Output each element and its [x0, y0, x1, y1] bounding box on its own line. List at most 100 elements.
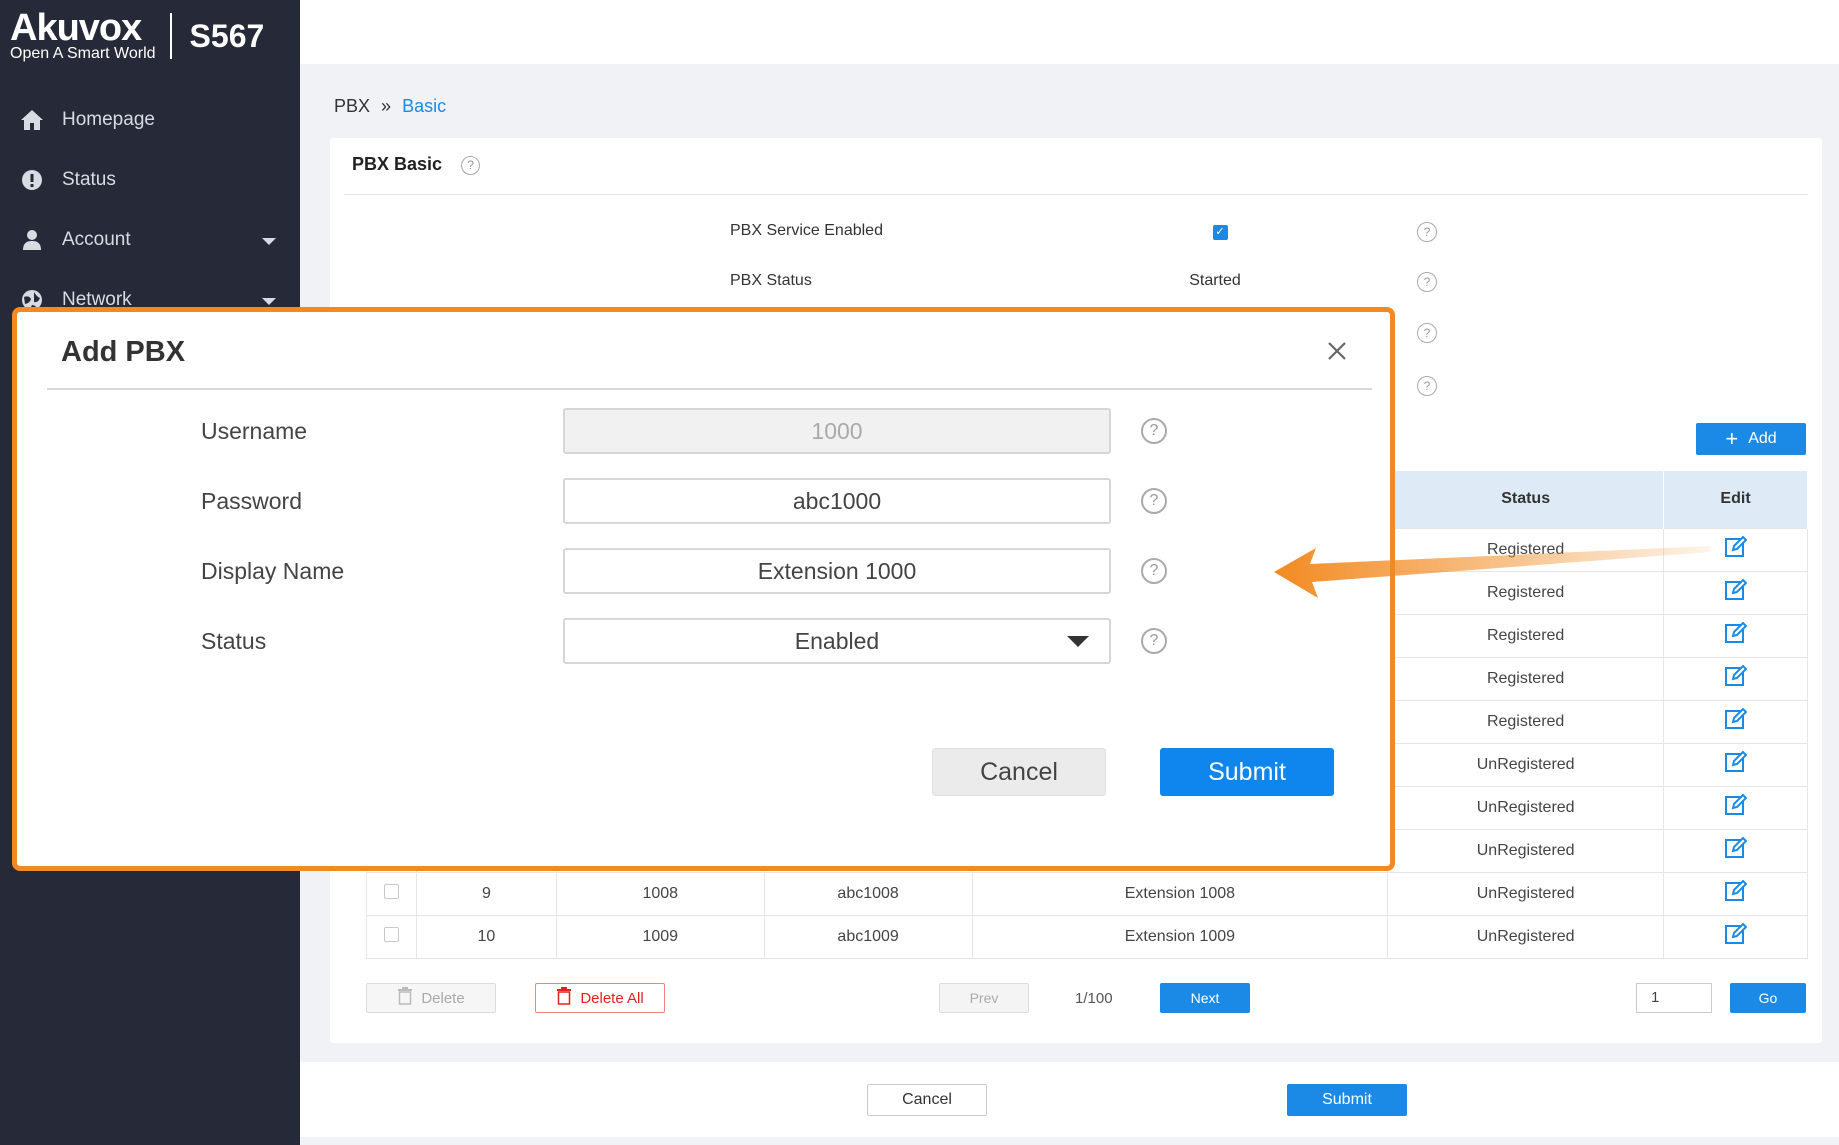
index-cell: 9 — [415, 871, 557, 916]
row-checkbox[interactable] — [383, 883, 399, 899]
device-model: S567 — [189, 17, 265, 54]
status-cell: UnRegistered — [1387, 914, 1665, 959]
callout-arrow — [1274, 546, 1710, 598]
add-pbx-dialog-highlight: Add PBX Username 1000 ? Password abc1000… — [12, 307, 1395, 871]
password-row: Password abc1000 ? — [29, 478, 1378, 524]
help-icon[interactable]: ? — [1141, 488, 1167, 514]
akuvox-logo: Akuvox Open A Smart World — [10, 9, 156, 62]
pbx-status-label: PBX Status — [730, 272, 812, 289]
page-indicator: 1/100 — [1075, 990, 1113, 1007]
brand: Akuvox Open A Smart World S567 — [0, 0, 300, 72]
breadcrumb-current[interactable]: Basic — [402, 96, 446, 116]
pbx-status-value: Started — [1189, 272, 1241, 289]
help-icon[interactable]: ? — [1417, 323, 1437, 343]
chevron-down-icon — [1067, 636, 1089, 647]
username-cell: 1009 — [555, 914, 765, 959]
delete-all-button[interactable]: Delete All — [535, 983, 665, 1013]
status-cell: Registered — [1387, 613, 1665, 658]
trash-icon — [397, 987, 413, 1009]
username-row: Username 1000 ? — [29, 408, 1378, 454]
add-button[interactable]: + Add — [1696, 423, 1806, 455]
help-icon[interactable]: ? — [1141, 628, 1167, 654]
prev-page-button[interactable]: Prev — [939, 983, 1029, 1013]
help-icon[interactable]: ? — [1417, 376, 1437, 396]
close-icon[interactable] — [1326, 340, 1348, 362]
page-number-input[interactable]: 1 — [1636, 983, 1712, 1013]
home-icon — [20, 108, 44, 132]
user-icon — [20, 228, 44, 252]
pbx-service-enabled-checkbox[interactable]: ✓ — [1195, 222, 1245, 240]
add-pbx-dialog: Add PBX Username 1000 ? Password abc1000… — [29, 320, 1378, 858]
check-icon: ✓ — [1212, 225, 1228, 240]
help-icon[interactable]: ? — [1417, 272, 1437, 292]
display-name-label: Display Name — [201, 558, 345, 584]
delete-button[interactable]: Delete — [366, 983, 496, 1013]
sidebar-item-homepage[interactable]: Homepage — [0, 90, 300, 150]
cancel-button[interactable]: Cancel — [867, 1084, 987, 1116]
dialog-submit-button[interactable]: Submit — [1160, 748, 1334, 796]
edit-icon[interactable] — [1724, 879, 1747, 907]
password-cell: abc1008 — [763, 871, 973, 916]
status-select-value: Enabled — [794, 628, 880, 654]
username-input[interactable]: 1000 — [563, 408, 1111, 454]
username-cell: 1008 — [555, 871, 765, 916]
sidebar-item-label: Homepage — [62, 109, 155, 130]
status-cell: Registered — [1387, 656, 1665, 701]
sidebar-item-label: Status — [62, 169, 116, 190]
delete-all-button-label: Delete All — [580, 989, 644, 1007]
brand-divider — [169, 13, 172, 59]
breadcrumb-root[interactable]: PBX — [334, 96, 370, 116]
help-icon[interactable]: ? — [1417, 222, 1437, 242]
dialog-divider — [47, 388, 1372, 390]
display-name-cell: Extension 1009 — [971, 914, 1389, 959]
help-icon[interactable]: ? — [1141, 558, 1167, 584]
help-icon[interactable]: ? — [1141, 418, 1167, 444]
username-label: Username — [201, 418, 308, 444]
edit-icon[interactable] — [1724, 793, 1747, 821]
plus-icon: + — [1725, 426, 1739, 451]
display-name-input[interactable]: Extension 1000 — [563, 548, 1111, 594]
info-icon — [20, 168, 44, 192]
edit-icon[interactable] — [1724, 750, 1747, 778]
go-button[interactable]: Go — [1730, 983, 1806, 1013]
status-cell: UnRegistered — [1387, 742, 1665, 787]
panel-divider — [344, 194, 1808, 195]
row-checkbox[interactable] — [383, 926, 399, 942]
trash-icon — [556, 987, 572, 1009]
logo-tagline: Open A Smart World — [10, 45, 156, 62]
help-icon[interactable]: ? — [461, 155, 481, 175]
display-name-row: Display Name Extension 1000 ? — [29, 548, 1378, 594]
dialog-title: Add PBX — [61, 336, 186, 368]
password-input[interactable]: abc1000 — [563, 478, 1111, 524]
panel-title-text: PBX Basic — [352, 154, 443, 174]
edit-icon[interactable] — [1724, 836, 1747, 864]
breadcrumb: PBX » Basic — [334, 96, 446, 117]
status-select[interactable]: Enabled — [563, 618, 1111, 664]
column-header-status[interactable]: Status — [1387, 471, 1665, 528]
chevron-down-icon — [262, 298, 276, 305]
status-cell: UnRegistered — [1387, 871, 1665, 916]
table-row: 9 1008 abc1008 Extension 1008 UnRegister… — [366, 871, 1808, 916]
display-name-cell: Extension 1008 — [971, 871, 1389, 916]
top-bar — [300, 0, 1839, 64]
edit-icon[interactable] — [1724, 707, 1747, 735]
next-page-button[interactable]: Next — [1160, 983, 1250, 1013]
add-button-label: Add — [1748, 430, 1777, 447]
status-label: Status — [201, 628, 267, 654]
breadcrumb-separator: » — [381, 96, 392, 116]
page-footer: Cancel Submit — [300, 1062, 1839, 1137]
edit-icon[interactable] — [1724, 621, 1747, 649]
table-row: 10 1009 abc1009 Extension 1009 UnRegiste… — [366, 914, 1808, 959]
sidebar-item-account[interactable]: Account — [0, 210, 300, 270]
edit-icon[interactable] — [1724, 664, 1747, 692]
submit-button[interactable]: Submit — [1287, 1084, 1407, 1116]
edit-icon[interactable] — [1724, 922, 1747, 950]
password-label: Password — [201, 488, 302, 514]
panel-title: PBX Basic ? — [352, 154, 481, 175]
dialog-cancel-button[interactable]: Cancel — [932, 748, 1106, 796]
sidebar-item-label: Account — [62, 229, 131, 250]
status-cell: UnRegistered — [1387, 785, 1665, 830]
sidebar-item-status[interactable]: Status — [0, 150, 300, 210]
delete-button-label: Delete — [421, 989, 465, 1007]
sidebar-nav: Homepage Status Account Network — [0, 90, 300, 330]
